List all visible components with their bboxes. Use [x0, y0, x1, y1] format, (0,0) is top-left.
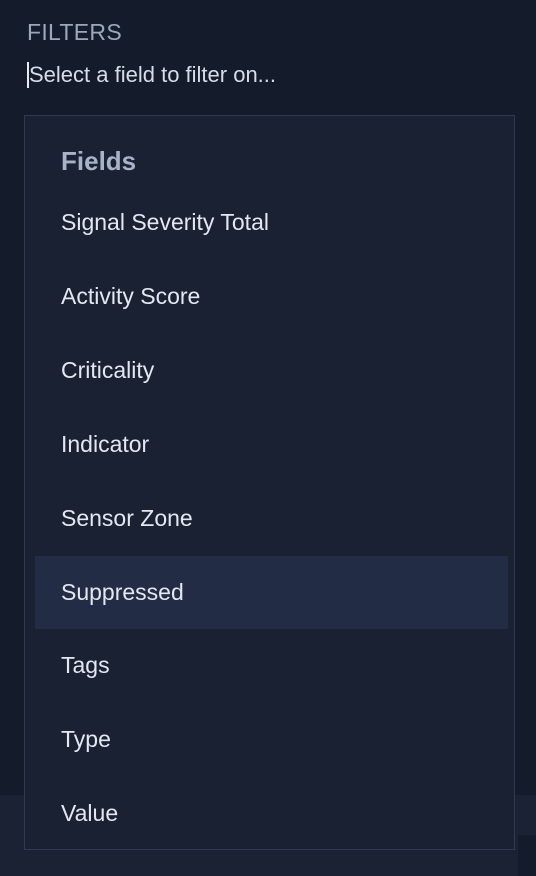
- option-suppressed[interactable]: Suppressed: [35, 556, 508, 629]
- option-value[interactable]: Value: [35, 777, 508, 850]
- option-signal-severity-total[interactable]: Signal Severity Total: [35, 186, 508, 259]
- dropdown-group-header: Fields: [61, 146, 137, 176]
- option-activity-score[interactable]: Activity Score: [35, 260, 508, 333]
- option-criticality[interactable]: Criticality: [35, 334, 508, 407]
- option-type[interactable]: Type: [35, 703, 508, 776]
- search-placeholder-text: Select a field to filter on...: [29, 62, 277, 87]
- filters-heading: FILTERS: [27, 19, 122, 45]
- panel-footer-edge: [518, 835, 536, 876]
- filter-field-search-input[interactable]: Select a field to filter on...: [27, 58, 507, 92]
- option-indicator[interactable]: Indicator: [35, 408, 508, 481]
- option-tags[interactable]: Tags: [35, 629, 508, 702]
- field-options-dropdown: Fields Signal Severity Total Activity Sc…: [24, 115, 515, 850]
- option-sensor-zone[interactable]: Sensor Zone: [35, 482, 508, 555]
